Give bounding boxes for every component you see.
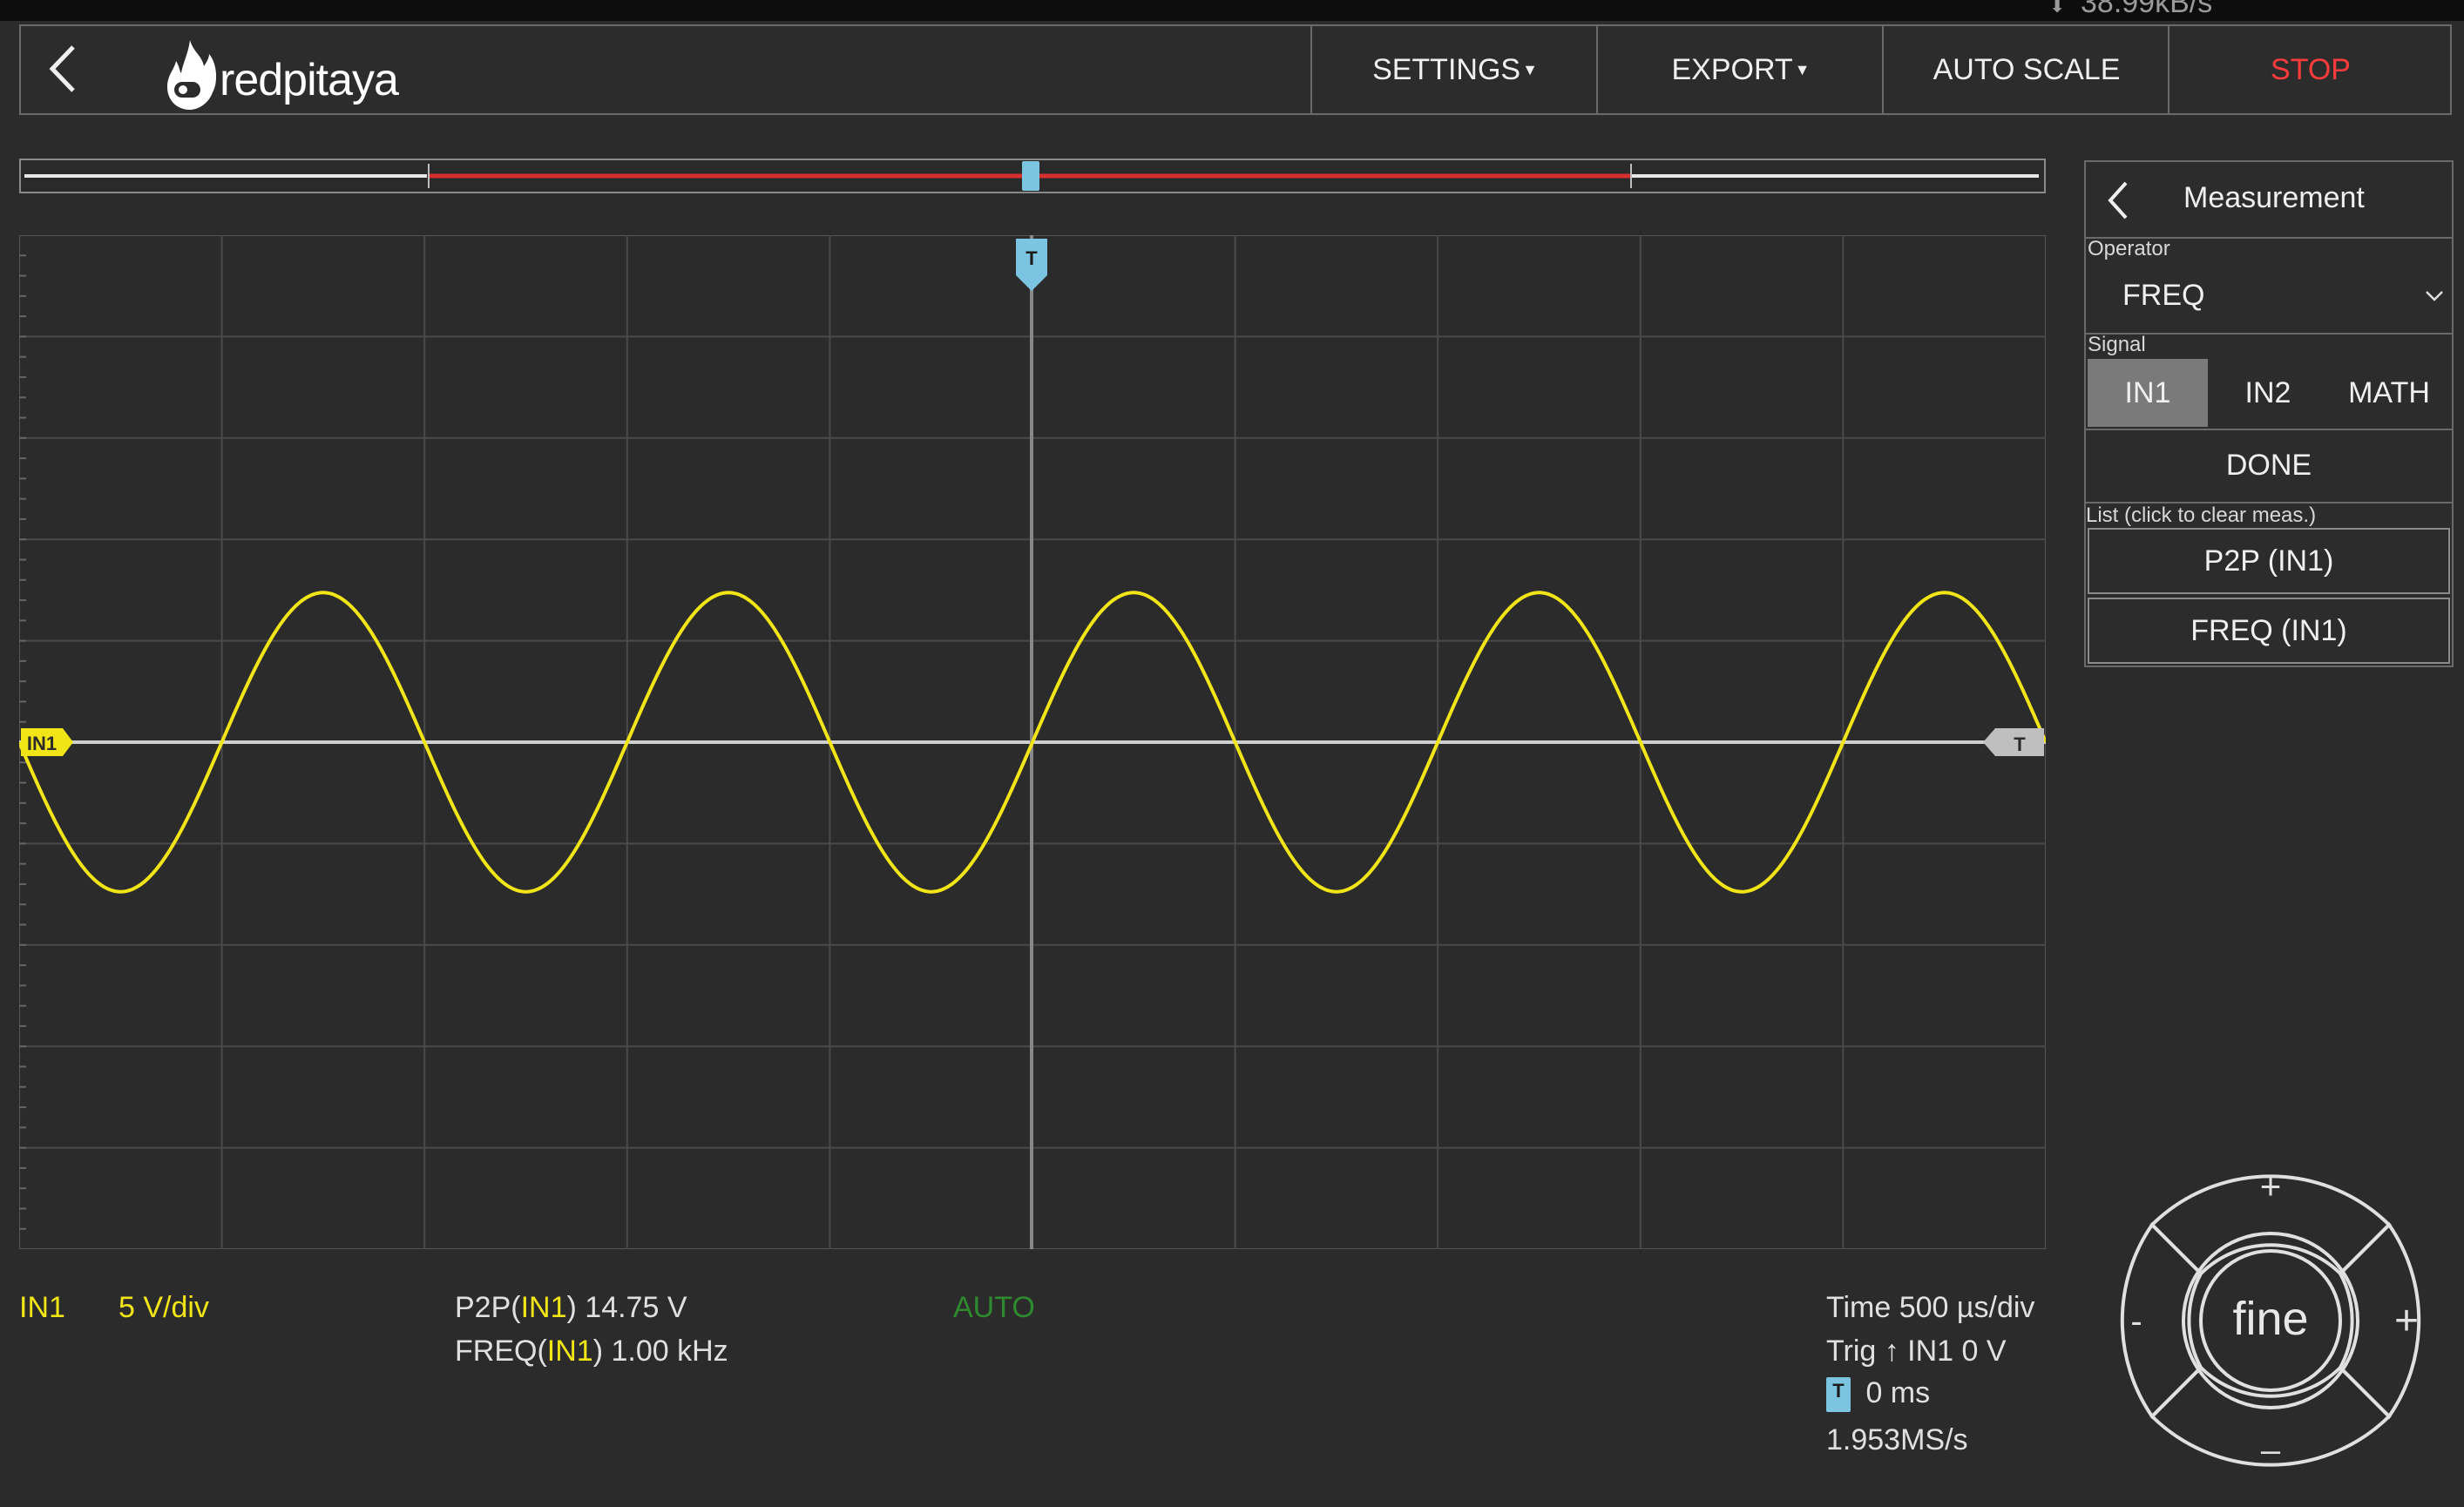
wheel-plus-icon: + [2260, 1166, 2282, 1206]
stop-label: STOP [2271, 52, 2351, 86]
flame-icon [167, 40, 217, 110]
stop-button[interactable]: STOP [2168, 24, 2452, 115]
data-rate: 38.99kB/s [2081, 0, 2213, 19]
wheel-minus-icon: – [2261, 1431, 2281, 1470]
operator-select[interactable]: FREQ [2084, 261, 2454, 333]
panel-back-button[interactable] [2102, 176, 2136, 225]
control-wheel: fine + – - + [2120, 1166, 2421, 1470]
buffer-view-bar[interactable] [19, 159, 2046, 193]
trigger-mode: AUTO [953, 1291, 1035, 1324]
panel-title: Measurement [2183, 181, 2365, 214]
measurement-list-item-freq[interactable]: FREQ (IN1) [2088, 598, 2450, 664]
wheel-center-label: fine [2232, 1293, 2308, 1345]
signal-in1-button[interactable]: IN1 [2088, 359, 2208, 427]
operator-value: FREQ [2122, 279, 2205, 312]
buffer-trigger-handle[interactable] [1022, 161, 1039, 191]
caret-down-icon: ▼ [1522, 60, 1538, 78]
settings-menu-button[interactable]: SETTINGS ▼ [1310, 24, 1598, 115]
measurement-freq: FREQ(IN1) 1.00 kHz [455, 1335, 728, 1368]
export-menu-button[interactable]: EXPORT ▼ [1596, 24, 1884, 115]
done-button[interactable]: DONE [2084, 430, 2454, 500]
operator-label: Operator [2088, 237, 2170, 260]
auto-scale-label: AUTO SCALE [1933, 52, 2121, 86]
auto-scale-button[interactable]: AUTO SCALE [1882, 24, 2170, 115]
measurement-p2p: P2P(IN1) 14.75 V [455, 1291, 687, 1324]
trigger-delay-icon: T [1826, 1377, 1851, 1413]
oscilloscope-plot[interactable]: T IN1 T [19, 235, 2046, 1249]
signal-label: Signal [2088, 333, 2146, 356]
channel-label: IN1 [19, 1291, 65, 1324]
trigger-time-marker-label: T [1026, 247, 1038, 269]
back-button[interactable] [42, 40, 85, 98]
in1-offset-marker[interactable]: IN1 [21, 728, 73, 756]
timebase-label: Time 500 µs/div [1826, 1291, 2035, 1324]
trigger-delay: T 0 ms [1826, 1376, 1930, 1413]
chevron-left-icon [49, 45, 75, 92]
trigger-level-marker[interactable]: T [1983, 728, 2044, 756]
chevron-left-icon [2108, 181, 2128, 220]
trigger-level-marker-label: T [2014, 733, 2026, 755]
logo-text: redpitaya [220, 55, 399, 105]
download-arrow-icon: ⬇ [2049, 0, 2066, 17]
measurement-list-item-p2p[interactable]: P2P (IN1) [2088, 528, 2450, 594]
settings-label: SETTINGS [1372, 52, 1521, 86]
wheel-left-minus-icon: - [2130, 1302, 2142, 1341]
channel-scale[interactable]: 5 V/div [118, 1291, 209, 1325]
caret-down-icon: ▼ [1794, 60, 1811, 78]
in1-offset-marker-label: IN1 [27, 733, 57, 754]
sample-rate: 1.953MS/s [1826, 1423, 1968, 1456]
list-label: List (click to clear meas.) [2086, 503, 2317, 527]
chevron-down-icon [2426, 291, 2443, 301]
signal-math-button[interactable]: MATH [2328, 359, 2450, 427]
export-label: EXPORT [1671, 52, 1793, 86]
signal-in2-button[interactable]: IN2 [2210, 359, 2326, 427]
wheel-right-plus-icon: + [2394, 1298, 2419, 1344]
trigger-info: Trig ↑ IN1 0 V [1826, 1335, 2007, 1368]
